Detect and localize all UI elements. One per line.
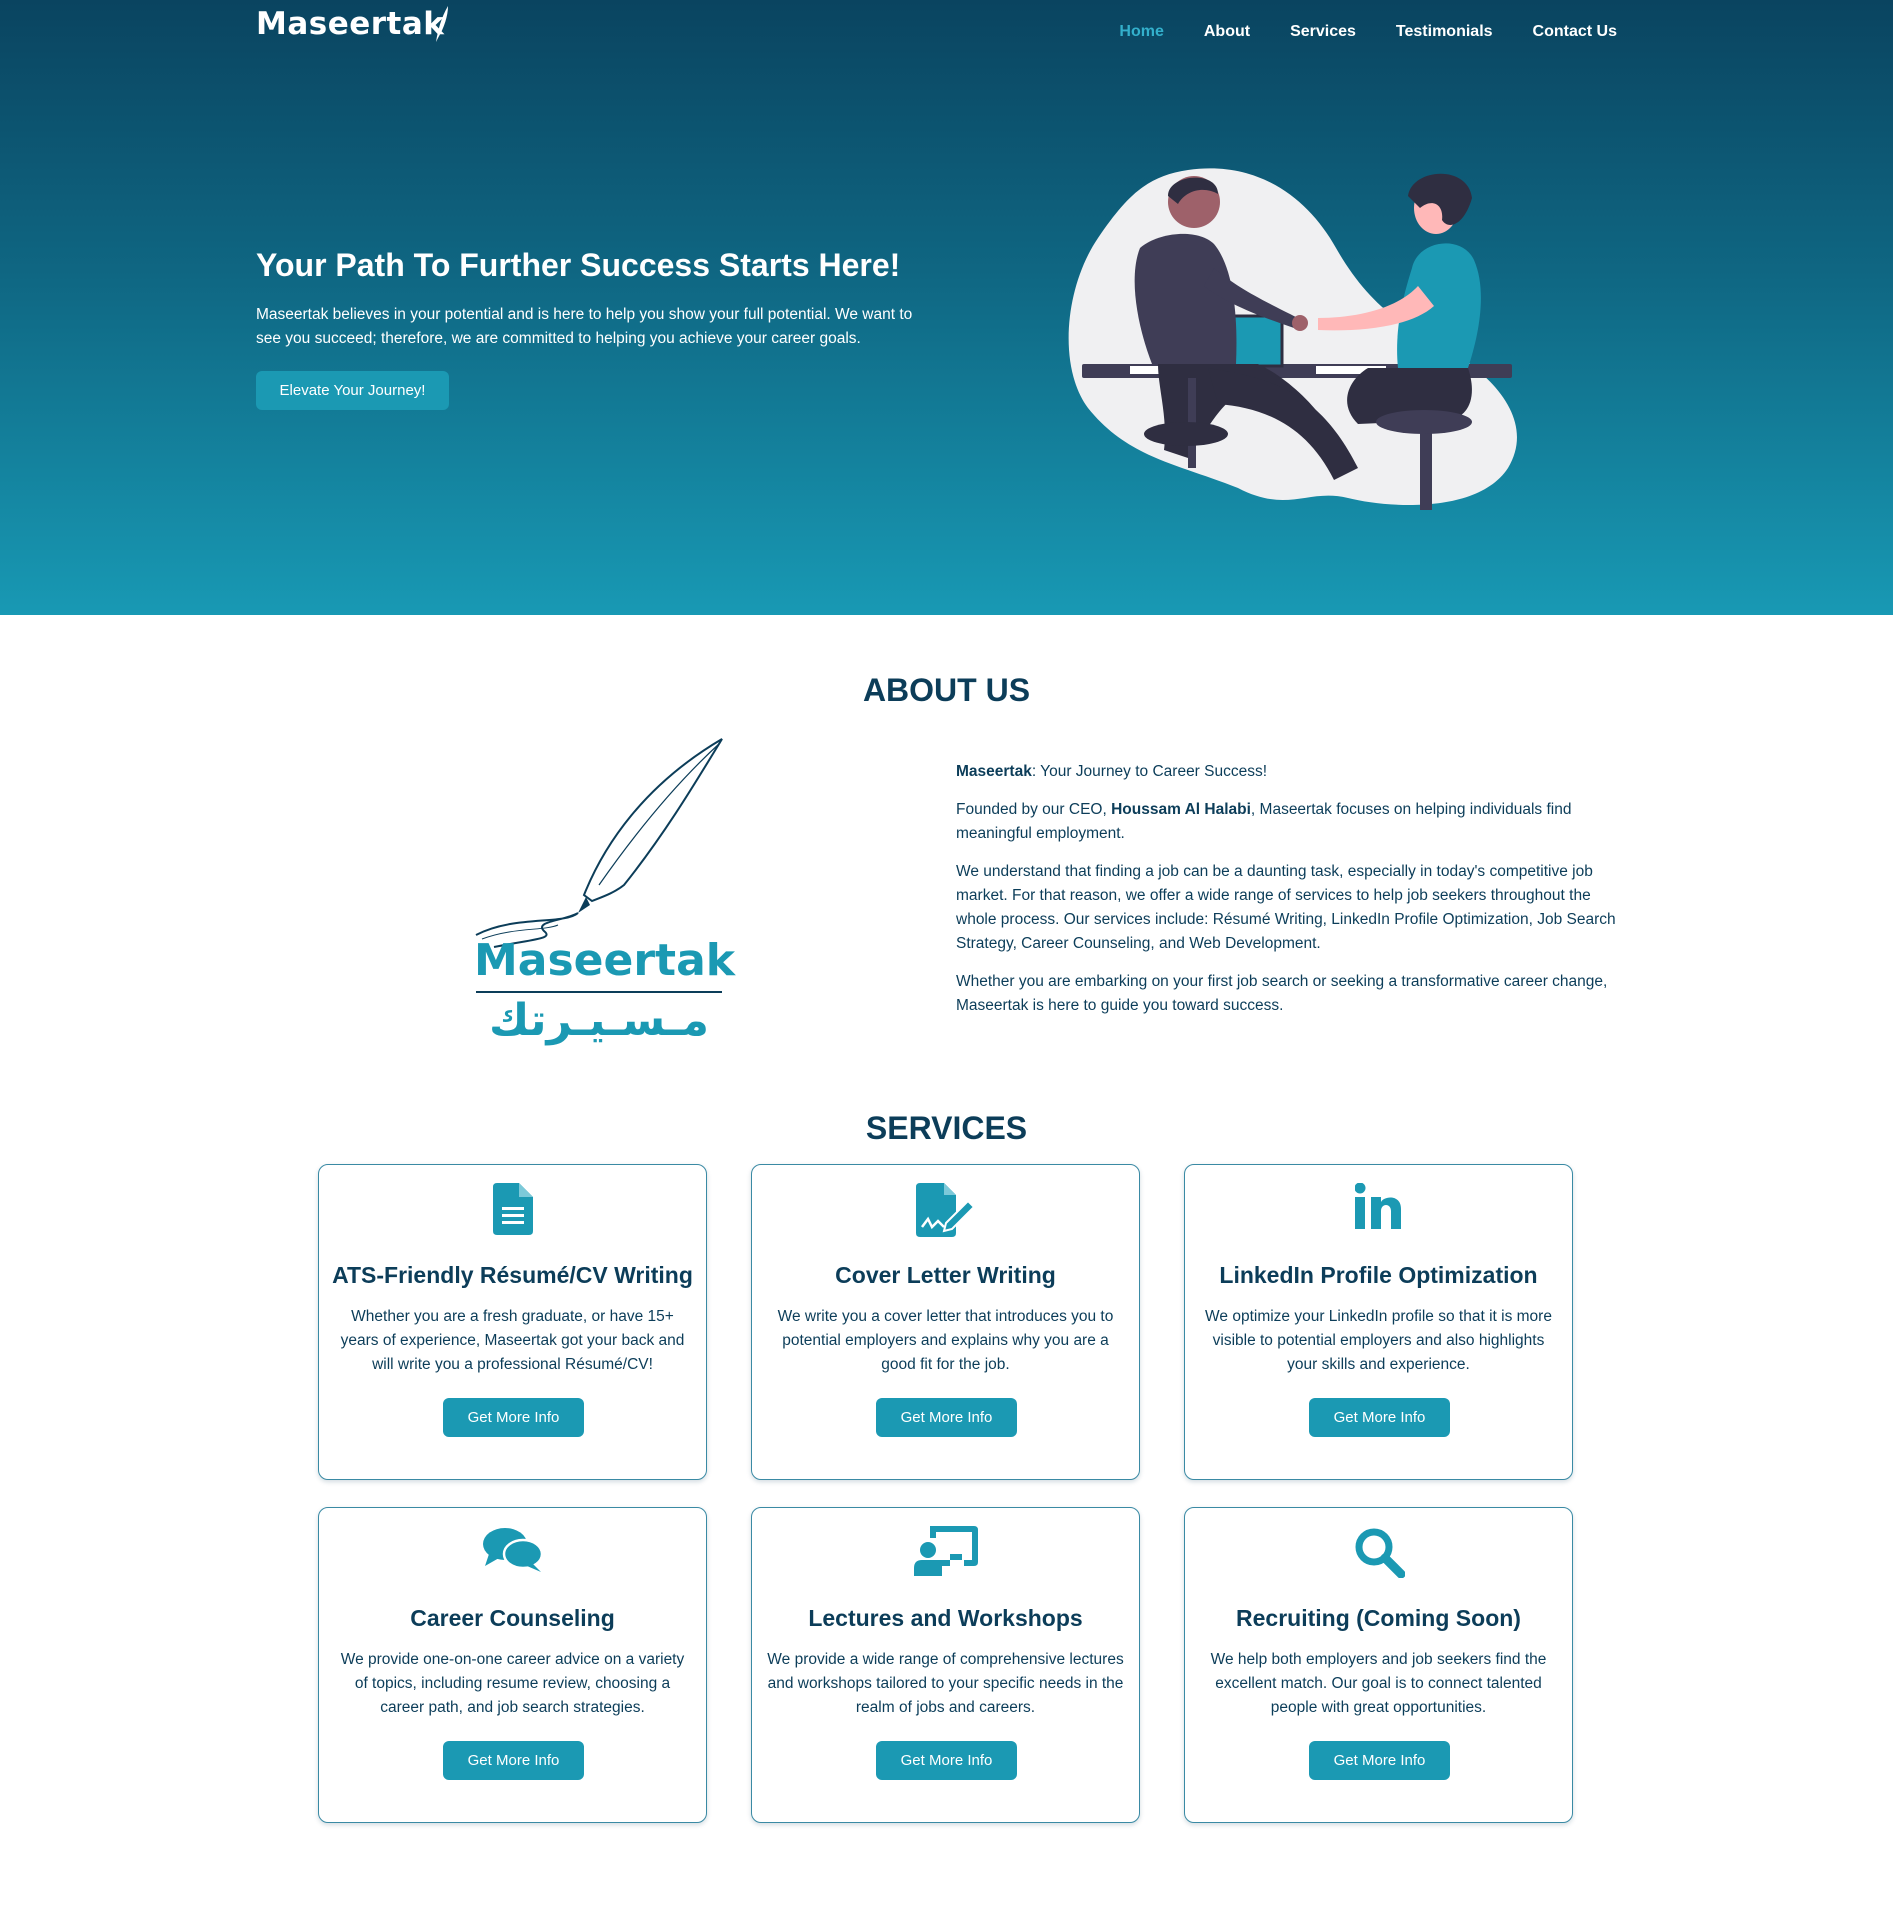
document-icon	[319, 1183, 706, 1239]
top-navbar: Maseertak Home About Services Testimonia…	[0, 0, 1893, 66]
nav-home[interactable]: Home	[1119, 23, 1163, 41]
about-paragraph-4: Whether you are embarking on your first …	[956, 973, 1608, 1014]
service-card-counseling: Career Counseling We provide one-on-one …	[318, 1507, 707, 1823]
service-title: Cover Letter Writing	[835, 1262, 1056, 1288]
service-title: Recruiting (Coming Soon)	[1236, 1605, 1521, 1631]
chat-bubbles-icon	[319, 1526, 706, 1582]
hero-illustration	[1068, 168, 1517, 510]
nav-testimonials[interactable]: Testimonials	[1396, 23, 1493, 41]
about-paragraph-3: We understand that finding a job can be …	[956, 863, 1616, 952]
service-description: Whether you are a fresh graduate, or hav…	[340, 1308, 685, 1373]
service-title: ATS-Friendly Résumé/CV Writing	[332, 1262, 693, 1288]
get-more-info-button[interactable]: Get More Info	[443, 1398, 584, 1437]
file-signature-icon	[752, 1183, 1139, 1239]
about-tagline: : Your Journey to Career Success!	[1031, 763, 1268, 780]
about-ceo-name: Houssam Al Halabi	[1111, 801, 1251, 818]
elevate-journey-button[interactable]: Elevate Your Journey!	[256, 371, 449, 410]
service-description: We provide a wide range of comprehensive…	[767, 1651, 1124, 1716]
about-paragraph-2: Founded by our CEO, Houssam Al Halabi, M…	[956, 798, 1621, 846]
nav-links: Home About Services Testimonials Contact…	[1079, 23, 1617, 41]
hero-title: Your Path To Further Success Starts Here…	[256, 247, 901, 283]
service-card-linkedin: LinkedIn Profile Optimization We optimiz…	[1184, 1164, 1573, 1480]
about-title: ABOUT US	[862, 672, 1031, 708]
about-brand-name: Maseertak	[956, 763, 1032, 780]
get-more-info-button[interactable]: Get More Info	[1309, 1398, 1450, 1437]
service-card-cover-letter: Cover Letter Writing We write you a cove…	[751, 1164, 1140, 1480]
service-title: Career Counseling	[410, 1605, 615, 1631]
about-logo: Maseertak مـسـيـرتك	[474, 735, 736, 1060]
about-founded-text: Founded by our CEO,	[956, 801, 1112, 818]
linkedin-icon	[1185, 1183, 1572, 1239]
service-description: We optimize your LinkedIn profile so tha…	[1205, 1308, 1552, 1373]
search-icon	[1185, 1526, 1572, 1582]
service-title: LinkedIn Profile Optimization	[1219, 1262, 1538, 1288]
service-description: We provide one-on-one career advice on a…	[340, 1651, 685, 1716]
about-text: Maseertak: Your Journey to Career Succes…	[956, 760, 1621, 1032]
teacher-board-icon	[752, 1526, 1139, 1582]
service-title: Lectures and Workshops	[808, 1605, 1083, 1631]
nav-about[interactable]: About	[1204, 23, 1250, 41]
get-more-info-button[interactable]: Get More Info	[876, 1741, 1017, 1780]
service-card-recruiting: Recruiting (Coming Soon) We help both em…	[1184, 1507, 1573, 1823]
service-description: We help both employers and job seekers f…	[1210, 1651, 1547, 1716]
service-card-workshops: Lectures and Workshops We provide a wide…	[751, 1507, 1140, 1823]
services-title: SERVICES	[865, 1110, 1028, 1146]
nav-services[interactable]: Services	[1290, 23, 1356, 41]
site-logo[interactable]: Maseertak	[256, 6, 449, 42]
about-logo-divider	[476, 991, 722, 993]
get-more-info-button[interactable]: Get More Info	[443, 1741, 584, 1780]
get-more-info-button[interactable]: Get More Info	[1309, 1741, 1450, 1780]
about-paragraph-1: Maseertak: Your Journey to Career Succes…	[956, 760, 1621, 784]
about-logo-arabic: مـسـيـرتك	[489, 995, 709, 1046]
about-logo-wordmark: Maseertak	[474, 935, 736, 986]
service-description: We write you a cover letter that introdu…	[777, 1308, 1114, 1373]
feather-icon	[436, 6, 449, 42]
get-more-info-button[interactable]: Get More Info	[876, 1398, 1017, 1437]
hero-section: Maseertak Home About Services Testimonia…	[0, 0, 1893, 615]
logo-text: Maseertak	[256, 6, 445, 42]
nav-contact-us[interactable]: Contact Us	[1533, 23, 1617, 41]
hero-description: Maseertak believes in your potential and…	[256, 306, 913, 347]
service-card-resume: ATS-Friendly Résumé/CV Writing Whether y…	[318, 1164, 707, 1480]
